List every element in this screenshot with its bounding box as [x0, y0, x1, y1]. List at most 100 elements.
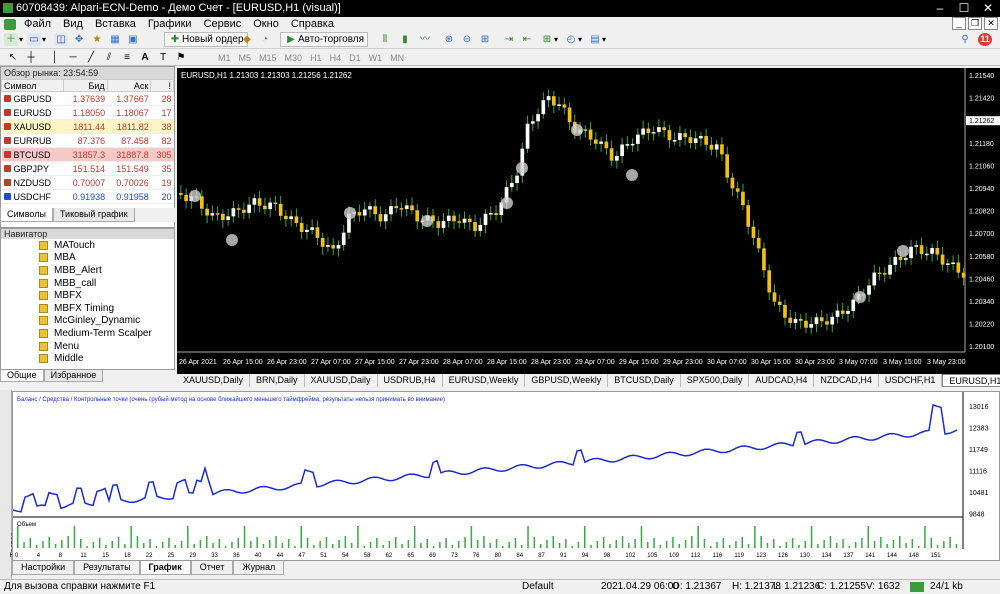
- navigator-item[interactable]: MBB_Alert: [1, 264, 174, 277]
- market-watch-row[interactable]: GBPJPY 151.514 151.549 35: [1, 161, 174, 176]
- search-icon[interactable]: ⚲: [958, 33, 972, 46]
- tab-tick-chart[interactable]: Тиковый график: [52, 208, 135, 222]
- chart-tab[interactable]: GBPUSD,Weekly: [525, 374, 609, 387]
- market-watch-row[interactable]: EURUSD 1.18050 1.18067 17: [1, 105, 174, 120]
- navigator-item[interactable]: MATouch: [1, 239, 174, 252]
- meta-editor-icon[interactable]: ◆: [240, 33, 254, 46]
- profiles-icon[interactable]: ▭: [27, 33, 42, 46]
- navigator-icon[interactable]: ★: [90, 33, 104, 46]
- cursor-icon[interactable]: ↖: [6, 51, 20, 64]
- new-chart-dropdown-icon[interactable]: ▾: [19, 35, 23, 44]
- menu-view[interactable]: Вид: [57, 18, 89, 30]
- chart-tab[interactable]: EURUSD,Weekly: [443, 374, 526, 387]
- chart-tab[interactable]: XAUUSD,Daily: [177, 374, 251, 387]
- timeframe-m1[interactable]: M1: [218, 53, 231, 63]
- strategy-tester-icon[interactable]: ▣: [126, 33, 140, 46]
- text-label-icon[interactable]: T: [156, 51, 170, 64]
- market-watch-row[interactable]: XAUUSD 1811.44 1811.82 38: [1, 119, 174, 134]
- column-symbol[interactable]: Символ: [0, 79, 65, 92]
- timeframe-m5[interactable]: M5: [239, 53, 252, 63]
- navigator-item[interactable]: MBA: [1, 252, 174, 265]
- tab-symbols[interactable]: Символы: [0, 208, 53, 222]
- chart-shift-icon[interactable]: ⇤: [520, 33, 534, 46]
- chart-tab[interactable]: NZDCAD,H4: [814, 374, 879, 387]
- market-watch-icon[interactable]: ◫: [54, 33, 69, 46]
- tab-results[interactable]: Результаты: [74, 561, 140, 575]
- timeframe-m15[interactable]: M15: [259, 53, 277, 63]
- new-chart-icon[interactable]: ＋: [4, 33, 18, 46]
- navigator-item[interactable]: Medium-Term Scalper: [1, 327, 174, 340]
- timeframe-mn[interactable]: MN: [390, 53, 404, 63]
- navigator-item[interactable]: Middle: [1, 352, 174, 365]
- tab-journal[interactable]: Журнал: [233, 561, 285, 575]
- mdi-restore-button[interactable]: ❐: [968, 17, 982, 30]
- vertical-line-icon[interactable]: │: [48, 51, 62, 64]
- tab-report[interactable]: Отчет: [190, 561, 234, 575]
- mdi-minimize-button[interactable]: _: [952, 17, 966, 30]
- signals-icon[interactable]: ◔: [258, 33, 272, 46]
- menu-insert[interactable]: Вставка: [89, 18, 142, 30]
- timeframe-h4[interactable]: H4: [330, 53, 342, 63]
- market-watch-row[interactable]: NZDUSD 0.70007 0.70026 19: [1, 175, 174, 190]
- tab-settings[interactable]: Настройки: [12, 561, 75, 575]
- menu-charts[interactable]: Графики: [142, 18, 198, 30]
- chart-tab[interactable]: USDCHF,H1: [879, 374, 943, 387]
- periods-icon[interactable]: ◴: [564, 33, 578, 46]
- periods-dropdown-icon[interactable]: ▾: [578, 35, 582, 44]
- mdi-close-button[interactable]: ✕: [984, 17, 998, 30]
- arrows-icon[interactable]: ⚑: [174, 51, 188, 64]
- menu-help[interactable]: Справка: [285, 18, 340, 30]
- timeframe-h1[interactable]: H1: [310, 53, 322, 63]
- auto-trading-button[interactable]: ▶ Авто-торговля: [280, 32, 369, 47]
- candlestick-icon[interactable]: ▮: [398, 33, 412, 46]
- profiles-dropdown-icon[interactable]: ▾: [42, 35, 46, 44]
- column-bid[interactable]: Бид: [63, 79, 108, 92]
- market-watch-row[interactable]: USDCHF 0.91938 0.91958 20: [1, 189, 174, 204]
- indicators-dropdown-icon[interactable]: ▾: [554, 35, 558, 44]
- navigator-item[interactable]: MBFX Timing: [1, 302, 174, 315]
- menu-window[interactable]: Окно: [247, 18, 285, 30]
- minimize-button[interactable]: –: [928, 0, 952, 17]
- column-spread[interactable]: !: [150, 79, 174, 92]
- bar-chart-icon[interactable]: ⫴: [378, 33, 392, 46]
- trendline-icon[interactable]: ╱: [84, 51, 98, 64]
- auto-scroll-icon[interactable]: ⇥: [502, 33, 516, 46]
- price-chart[interactable]: EURUSD,H1 1.21303 1.21303 1.21256 1.2126…: [177, 68, 1000, 374]
- crosshair-icon[interactable]: ┼: [24, 51, 38, 64]
- zoom-out-icon[interactable]: ⊖: [460, 33, 474, 46]
- column-ask[interactable]: Аск: [106, 79, 152, 92]
- line-chart-icon[interactable]: 〰: [418, 33, 432, 46]
- navigator-item[interactable]: McGinley_Dynamic: [1, 315, 174, 328]
- menu-file[interactable]: Файл: [18, 18, 57, 30]
- data-window-icon[interactable]: ✥: [72, 33, 86, 46]
- zoom-in-icon[interactable]: ⊕: [442, 33, 456, 46]
- timeframe-d1[interactable]: D1: [349, 53, 361, 63]
- tile-windows-icon[interactable]: ⊞: [478, 33, 492, 46]
- chart-tab[interactable]: BTCUSD,Daily: [608, 374, 681, 387]
- chart-tab[interactable]: BRN,Daily: [250, 374, 305, 387]
- chart-tab[interactable]: AUDCAD,H4: [749, 374, 815, 387]
- tab-favorites[interactable]: Избранное: [43, 370, 104, 382]
- templates-icon[interactable]: ▤: [588, 33, 602, 46]
- maximize-button[interactable]: ☐: [952, 0, 976, 17]
- market-watch-row[interactable]: GBPUSD 1.37639 1.37667 28: [1, 91, 174, 106]
- new-order-button[interactable]: ✚ Новый ордер: [164, 32, 248, 47]
- navigator-item[interactable]: MBFX: [1, 289, 174, 302]
- menu-tools[interactable]: Сервис: [198, 18, 248, 30]
- market-watch-row[interactable]: EURRUB 87.376 87.458 82: [1, 133, 174, 148]
- chart-tab[interactable]: USDRUB,H4: [378, 374, 443, 387]
- notifications-badge[interactable]: 11: [978, 33, 992, 46]
- fibonacci-icon[interactable]: ≡: [120, 51, 134, 64]
- timeframe-w1[interactable]: W1: [369, 53, 383, 63]
- timeframe-m30[interactable]: M30: [285, 53, 303, 63]
- equidistant-channel-icon[interactable]: ⫽: [102, 51, 116, 64]
- market-watch-row[interactable]: BTCUSD 31857.3 31887.8 305: [1, 147, 174, 162]
- terminal-icon[interactable]: ▦: [108, 33, 122, 46]
- text-icon[interactable]: A: [138, 51, 152, 64]
- chart-tab[interactable]: EURUSD,H1 (visual): [942, 374, 1000, 387]
- horizontal-line-icon[interactable]: ─: [66, 51, 80, 64]
- chart-tab[interactable]: XAUUSD,Daily: [305, 374, 378, 387]
- templates-dropdown-icon[interactable]: ▾: [602, 35, 606, 44]
- close-button[interactable]: ✕: [976, 0, 1000, 17]
- tab-common[interactable]: Общие: [0, 370, 44, 382]
